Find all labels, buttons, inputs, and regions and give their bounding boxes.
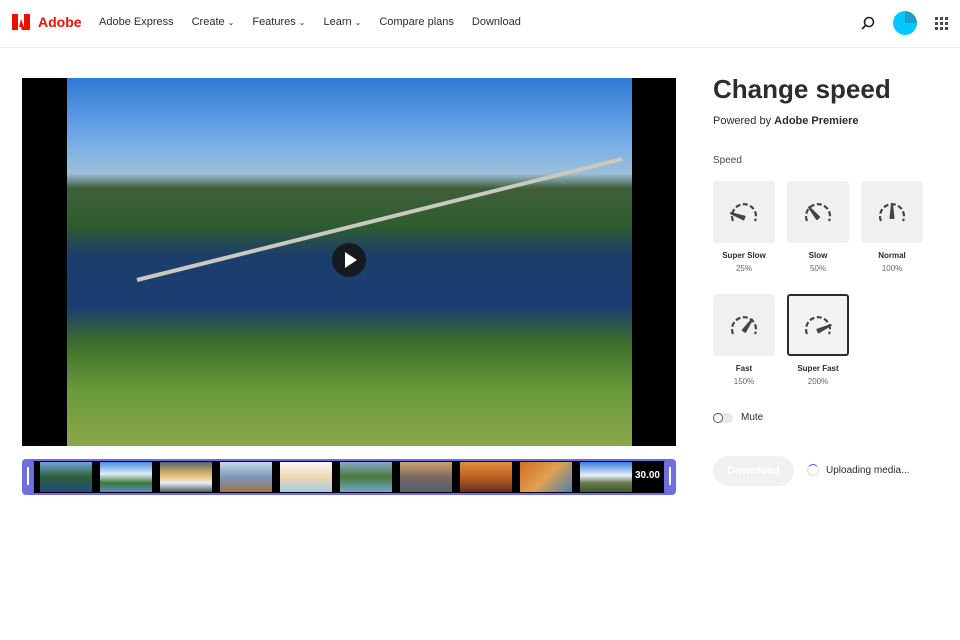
thumbnail [580,462,632,492]
speed-option-percent: 50% [809,264,826,273]
speedometer-icon [730,316,758,335]
speed-option-normal[interactable] [861,181,923,243]
avatar[interactable] [893,11,917,35]
speedometer-icon [804,316,832,335]
speed-option-label: Super Fast [797,364,839,373]
trim-handle-right[interactable] [664,459,676,495]
speed-label: Speed [713,155,742,166]
speed-option-label: Slow [808,251,828,260]
thumbnail [340,462,392,492]
nav-label: Learn [323,16,352,28]
speedometer-icon [729,203,758,222]
chevron-down-icon: ⌄ [227,18,235,27]
top-nav: Adobe Adobe Express Create ⌄ Features ⌄ Le… [0,0,960,48]
search-icon[interactable] [861,16,875,30]
speed-option-slow[interactable] [787,181,849,243]
timeline-trim[interactable]: 30.00 [22,459,676,495]
thumbnail [100,462,152,492]
speed-option-label: Fast [735,364,753,373]
thumbnail [40,462,92,492]
nav-create[interactable]: Create ⌄ [192,16,235,28]
speed-option-percent: 200% [807,377,829,386]
apps-grid-icon[interactable] [935,16,948,30]
nav-download[interactable]: Download [472,16,521,28]
nav-adobe-express[interactable]: Adobe Express [99,16,174,28]
adobe-logo[interactable]: Adobe [12,14,82,30]
chevron-down-icon: ⌄ [298,18,306,27]
speed-option-super-slow[interactable] [713,181,775,243]
page-title: Change speed [713,74,891,104]
download-button[interactable]: Download [713,456,794,486]
nav-learn[interactable]: Learn ⌄ [323,16,361,28]
thumbnail [220,462,272,492]
speed-option-label: Super Slow [722,251,766,260]
nav-features[interactable]: Features ⌄ [252,16,305,28]
speed-option-percent: 25% [735,264,752,273]
thumbnail [520,462,572,492]
powered-brand: Adobe Premiere [774,115,859,127]
speed-option-percent: 100% [881,264,903,273]
thumbnail [280,462,332,492]
nav-label: Create [191,16,225,28]
duration-label: 30.00 [634,470,660,481]
mute-toggle[interactable] [713,413,733,423]
trim-handle-left[interactable] [22,459,34,495]
speedometer-icon [804,203,832,222]
nav-compare-plans[interactable]: Compare plans [379,16,454,28]
nav-label: Features [252,16,296,28]
play-button[interactable] [332,243,366,277]
adobe-logo-icon [12,14,30,30]
speed-option-label: Normal [878,251,906,260]
brand-name: Adobe [38,14,82,30]
speed-option-percent: 150% [733,377,755,386]
thumbnail [460,462,512,492]
thumbnail-strip [40,462,632,492]
chevron-down-icon: ⌄ [354,18,362,27]
upload-status: Uploading media... [826,465,910,476]
loading-spinner-icon [807,464,819,476]
thumbnail [400,462,452,492]
powered-by: Powered by Adobe Premiere [713,115,859,127]
speedometer-icon [878,203,906,222]
video-player[interactable] [22,78,676,446]
speed-option-fast[interactable] [713,294,775,356]
powered-prefix: Powered by [713,115,775,127]
thumbnail [160,462,212,492]
mute-label: Mute [741,412,764,423]
speed-option-super-fast[interactable] [787,294,849,356]
